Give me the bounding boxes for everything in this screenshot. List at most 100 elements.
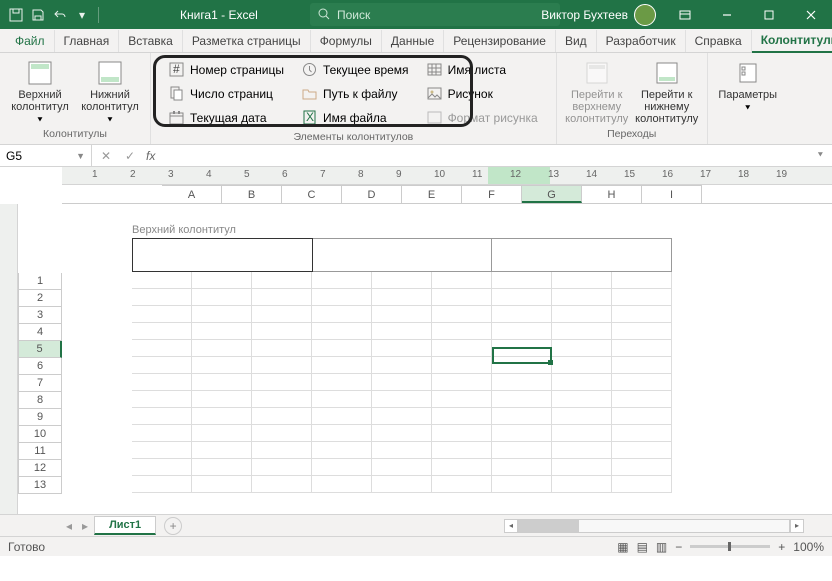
cell[interactable]: [492, 340, 552, 357]
cell[interactable]: [492, 357, 552, 374]
cell[interactable]: [612, 374, 672, 391]
sheet-name-button[interactable]: Имя листа: [423, 59, 542, 81]
picture-button[interactable]: Рисунок: [423, 83, 542, 105]
cell[interactable]: [252, 408, 312, 425]
options-button[interactable]: Параметры⯆: [716, 57, 780, 116]
tab-header-footer[interactable]: Колонтитулы: [752, 29, 832, 53]
cell[interactable]: [552, 306, 612, 323]
cell[interactable]: [552, 289, 612, 306]
zoom-slider[interactable]: [690, 545, 770, 548]
cell[interactable]: [192, 391, 252, 408]
cell[interactable]: [552, 442, 612, 459]
cell[interactable]: [312, 272, 372, 289]
cell[interactable]: [432, 459, 492, 476]
search-input[interactable]: [337, 8, 552, 22]
cell[interactable]: [252, 391, 312, 408]
column-header[interactable]: C: [282, 185, 342, 203]
cell[interactable]: [252, 340, 312, 357]
cell[interactable]: [612, 408, 672, 425]
autosave-icon[interactable]: [8, 7, 24, 23]
cell[interactable]: [132, 323, 192, 340]
tab-review[interactable]: Рецензирование: [444, 30, 556, 52]
cell[interactable]: [552, 357, 612, 374]
cell[interactable]: [432, 425, 492, 442]
cell[interactable]: [492, 272, 552, 289]
header-right[interactable]: [491, 238, 672, 272]
cell[interactable]: [312, 374, 372, 391]
cell[interactable]: [192, 306, 252, 323]
cell[interactable]: [132, 357, 192, 374]
cell[interactable]: [432, 374, 492, 391]
zoom-out-button[interactable]: −: [675, 540, 682, 554]
cell[interactable]: [192, 408, 252, 425]
cell[interactable]: [192, 289, 252, 306]
current-time-button[interactable]: Текущее время: [298, 59, 413, 81]
row-header[interactable]: 12: [18, 460, 62, 477]
cell[interactable]: [132, 442, 192, 459]
cell[interactable]: [252, 459, 312, 476]
tab-help[interactable]: Справка: [686, 30, 752, 52]
cell[interactable]: [372, 340, 432, 357]
cell[interactable]: [312, 323, 372, 340]
cell[interactable]: [492, 459, 552, 476]
current-date-button[interactable]: Текущая дата: [165, 107, 288, 129]
cell[interactable]: [312, 340, 372, 357]
cell[interactable]: [372, 357, 432, 374]
row-header[interactable]: 8: [18, 392, 62, 409]
cell[interactable]: [312, 459, 372, 476]
cell[interactable]: [312, 289, 372, 306]
cell[interactable]: [192, 357, 252, 374]
cell[interactable]: [612, 323, 672, 340]
cell[interactable]: [492, 408, 552, 425]
view-normal-icon[interactable]: ▦: [617, 540, 628, 554]
cell[interactable]: [372, 306, 432, 323]
cell[interactable]: [192, 459, 252, 476]
row-header[interactable]: 9: [18, 409, 62, 426]
cell[interactable]: [132, 306, 192, 323]
cell[interactable]: [552, 459, 612, 476]
cell[interactable]: [492, 374, 552, 391]
column-header[interactable]: H: [582, 185, 642, 203]
cell[interactable]: [372, 459, 432, 476]
column-header[interactable]: G: [522, 185, 582, 203]
scroll-left-icon[interactable]: ◂: [504, 519, 518, 533]
user-account[interactable]: Виктор Бухтеев: [533, 4, 664, 26]
file-path-button[interactable]: Путь к файлу: [298, 83, 413, 105]
cell[interactable]: [312, 425, 372, 442]
tab-view[interactable]: Вид: [556, 30, 597, 52]
cell[interactable]: [312, 391, 372, 408]
cell[interactable]: [132, 272, 192, 289]
row-header[interactable]: 13: [18, 477, 62, 494]
tab-file[interactable]: Файл: [6, 30, 55, 52]
cell[interactable]: [612, 306, 672, 323]
cell[interactable]: [192, 323, 252, 340]
header-button[interactable]: Верхний колонтитул⯆: [8, 57, 72, 128]
cell[interactable]: [432, 391, 492, 408]
column-header[interactable]: E: [402, 185, 462, 203]
cell[interactable]: [612, 340, 672, 357]
cell[interactable]: [252, 476, 312, 493]
cancel-formula-icon[interactable]: ✕: [98, 149, 114, 163]
cell[interactable]: [612, 272, 672, 289]
cell[interactable]: [192, 272, 252, 289]
row-header[interactable]: 2: [18, 290, 62, 307]
row-header[interactable]: 4: [18, 324, 62, 341]
cell[interactable]: [432, 289, 492, 306]
column-header[interactable]: I: [642, 185, 702, 203]
cell[interactable]: [552, 408, 612, 425]
cell[interactable]: [312, 476, 372, 493]
cell[interactable]: [432, 357, 492, 374]
cell[interactable]: [552, 340, 612, 357]
cell[interactable]: [132, 425, 192, 442]
cell[interactable]: [612, 476, 672, 493]
view-break-icon[interactable]: ▥: [656, 540, 667, 554]
cell[interactable]: [552, 374, 612, 391]
tab-home[interactable]: Главная: [55, 30, 120, 52]
file-name-button[interactable]: XИмя файла: [298, 107, 413, 129]
cell[interactable]: [192, 340, 252, 357]
cell[interactable]: [612, 442, 672, 459]
cell[interactable]: [132, 391, 192, 408]
tab-nav-prev-icon[interactable]: ◂: [62, 519, 76, 533]
scroll-right-icon[interactable]: ▸: [790, 519, 804, 533]
cell[interactable]: [132, 289, 192, 306]
